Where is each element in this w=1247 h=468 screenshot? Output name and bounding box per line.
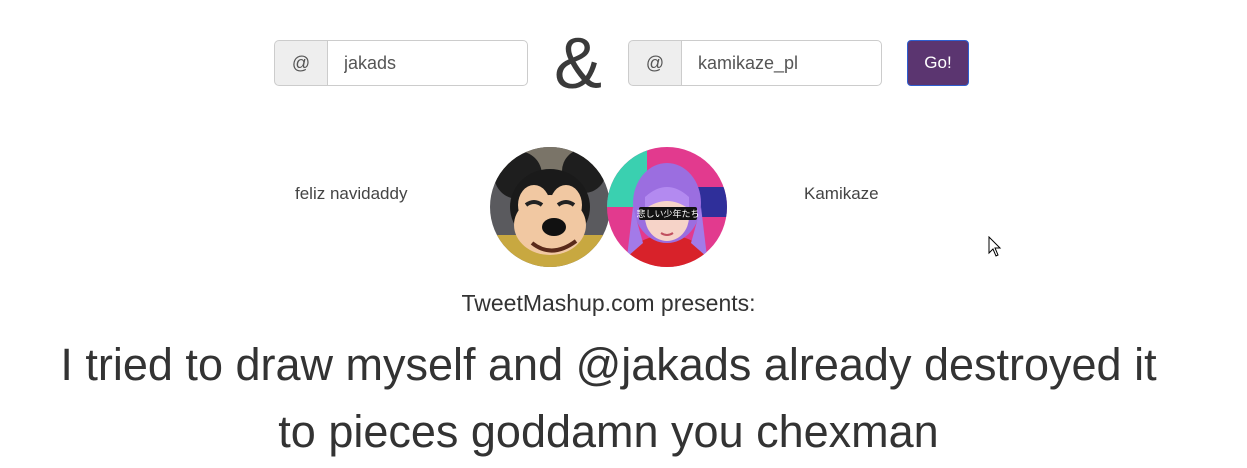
right-handle-input[interactable] [681, 40, 882, 86]
presents-heading: TweetMashup.com presents: [461, 290, 756, 316]
ampersand-separator: & [553, 24, 603, 104]
mouse-cursor-icon [988, 235, 1002, 263]
left-handle-input[interactable] [327, 40, 528, 86]
at-addon-left: @ [274, 40, 327, 86]
mashup-form: @ & @ Go! [0, 24, 1247, 104]
left-handle-group: @ [274, 40, 528, 86]
anime-girl-avatar-icon: 悲しい少年たち [607, 147, 727, 267]
right-avatar[interactable]: 悲しい少年たち [607, 147, 727, 267]
right-display-name: Kamikaze [804, 184, 879, 203]
tweet-line-2: to pieces goddamn you chexman [278, 406, 939, 457]
left-avatar[interactable] [490, 147, 610, 267]
avatar-caption: 悲しい少年たち [636, 208, 699, 220]
right-handle-group: @ [628, 40, 882, 86]
go-button[interactable]: Go! [907, 40, 969, 86]
mashup-tweet: I tried to draw myself and @jakads alrea… [0, 331, 1217, 465]
mickey-mouse-avatar-icon [490, 147, 610, 267]
at-addon-right: @ [628, 40, 681, 86]
left-display-name: feliz navidaddy [295, 184, 408, 203]
tweet-line-1: I tried to draw myself and @jakads alrea… [60, 339, 1157, 390]
